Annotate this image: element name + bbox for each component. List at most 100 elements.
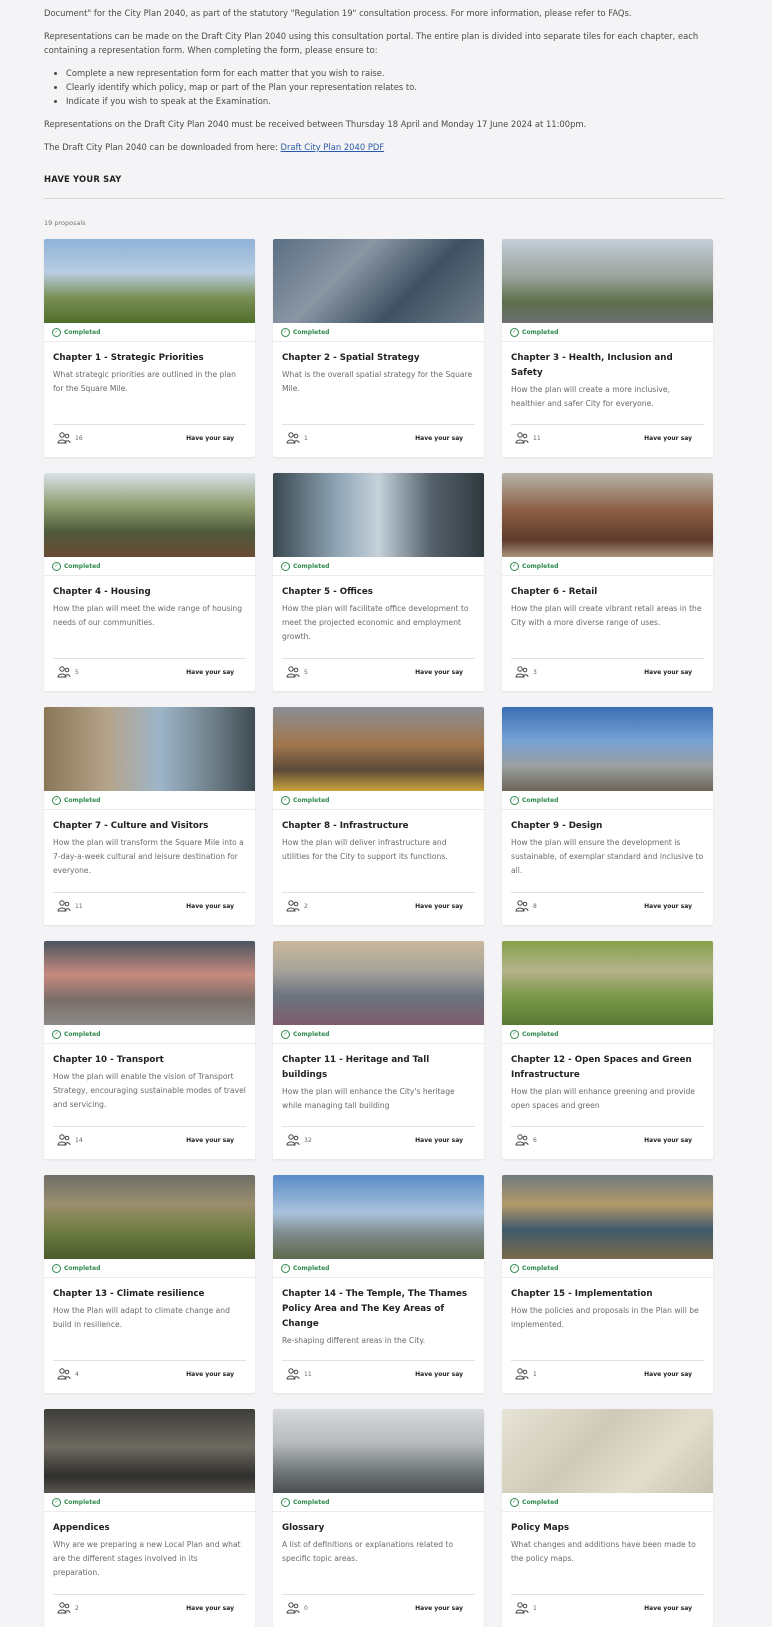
card-title[interactable]: Chapter 13 - Climate resilience xyxy=(53,1287,246,1302)
status-text: Completed xyxy=(293,562,330,570)
proposal-card[interactable]: ✓ Completed Chapter 3 - Health, Inclusion… xyxy=(502,239,713,457)
have-your-say-link[interactable]: Have your say xyxy=(415,1137,475,1144)
card-title[interactable]: Chapter 1 - Strategic Priorities xyxy=(53,351,246,366)
card-description: How the plan will meet the wide range of… xyxy=(53,604,243,627)
have-your-say-link[interactable]: Have your say xyxy=(415,1605,475,1612)
proposal-card[interactable]: ✓ Completed Chapter 9 - Design How the pla… xyxy=(502,707,713,925)
status-text: Completed xyxy=(293,328,330,336)
contribution-count: 8 xyxy=(533,902,537,910)
draft-plan-pdf-link[interactable]: Draft City Plan 2040 PDF xyxy=(281,142,385,152)
intro-bullet-list: Complete a new representation form for e… xyxy=(44,66,724,108)
skyline-photo[interactable] xyxy=(502,707,713,791)
have-your-say-link[interactable]: Have your say xyxy=(415,669,475,676)
map-photo[interactable] xyxy=(502,1409,713,1493)
offices-photo[interactable] xyxy=(273,473,484,557)
card-footer: 5 Have your say xyxy=(53,658,246,685)
proposal-card[interactable]: ✓ Completed Chapter 6 - Retail How the pla… xyxy=(502,473,713,691)
have-your-say-link[interactable]: Have your say xyxy=(644,1605,704,1612)
contribution-count: 1 xyxy=(304,434,308,442)
people-icon xyxy=(286,666,300,678)
card-footer: 3 Have your say xyxy=(511,658,704,685)
people-icon xyxy=(515,1368,529,1380)
status-badge: ✓ Completed xyxy=(44,1025,255,1044)
st-pauls-photo[interactable] xyxy=(44,239,255,323)
glass-roof-photo[interactable] xyxy=(502,1175,713,1259)
status-badge: ✓ Completed xyxy=(502,1025,713,1044)
card-title[interactable]: Chapter 5 - Offices xyxy=(282,585,475,600)
check-circle-icon: ✓ xyxy=(52,1497,61,1507)
have-your-say-link[interactable]: Have your say xyxy=(415,903,475,910)
construction-photo[interactable] xyxy=(273,707,484,791)
have-your-say-link[interactable]: Have your say xyxy=(186,669,246,676)
have-your-say-link[interactable]: Have your say xyxy=(186,1371,246,1378)
park-photo[interactable] xyxy=(502,941,713,1025)
card-title[interactable]: Appendices xyxy=(53,1521,246,1536)
market-photo[interactable] xyxy=(502,473,713,557)
card-description: How the plan will transform the Square M… xyxy=(53,838,244,875)
proposal-card[interactable]: ✓ Completed Chapter 7 - Culture and Visit… xyxy=(44,707,255,925)
have-your-say-link[interactable]: Have your say xyxy=(186,1605,246,1612)
status-text: Completed xyxy=(522,328,559,336)
have-your-say-link[interactable]: Have your say xyxy=(186,903,246,910)
people-icon xyxy=(286,432,300,444)
proposal-card[interactable]: ✓ Completed Chapter 10 - Transport How the… xyxy=(44,941,255,1159)
status-text: Completed xyxy=(522,562,559,570)
card-title[interactable]: Chapter 6 - Retail xyxy=(511,585,704,600)
card-title[interactable]: Chapter 14 - The Temple, The Thames Poli… xyxy=(282,1287,475,1332)
proposal-card[interactable]: ✓ Completed Glossary A list of definitions… xyxy=(273,1409,484,1627)
check-circle-icon: ✓ xyxy=(510,1029,519,1039)
proposal-card[interactable]: ✓ Completed Chapter 2 - Spatial Strategy W… xyxy=(273,239,484,457)
proposal-card[interactable]: ✓ Completed Chapter 12 - Open Spaces and … xyxy=(502,941,713,1159)
proposal-card[interactable]: ✓ Completed Chapter 13 - Climate resilien… xyxy=(44,1175,255,1393)
card-title[interactable]: Chapter 4 - Housing xyxy=(53,585,246,600)
proposal-card[interactable]: ✓ Completed Chapter 5 - Offices How the pl… xyxy=(273,473,484,691)
card-title[interactable]: Chapter 9 - Design xyxy=(511,819,704,834)
viewing-gallery-photo[interactable] xyxy=(273,1409,484,1493)
card-footer: 1 Have your say xyxy=(511,1594,704,1621)
have-your-say-link[interactable]: Have your say xyxy=(644,903,704,910)
card-title[interactable]: Chapter 11 - Heritage and Tall buildings xyxy=(282,1053,475,1083)
people-icon xyxy=(57,432,71,444)
card-title[interactable]: Chapter 2 - Spatial Strategy xyxy=(282,351,475,366)
have-your-say-link[interactable]: Have your say xyxy=(415,435,475,442)
runners-photo[interactable] xyxy=(502,239,713,323)
people-icon xyxy=(286,1602,300,1614)
status-text: Completed xyxy=(293,1264,330,1272)
proposal-card[interactable]: ✓ Completed Appendices Why are we preparin… xyxy=(44,1409,255,1627)
have-your-say-link[interactable]: Have your say xyxy=(186,435,246,442)
people-icon xyxy=(57,1602,71,1614)
have-your-say-link[interactable]: Have your say xyxy=(644,1137,704,1144)
aerial-city-photo[interactable] xyxy=(273,239,484,323)
church-photo[interactable] xyxy=(44,707,255,791)
card-title[interactable]: Chapter 8 - Infrastructure xyxy=(282,819,475,834)
cyclists-photo[interactable] xyxy=(44,941,255,1025)
card-title[interactable]: Chapter 15 - Implementation xyxy=(511,1287,704,1302)
exhibition-photo[interactable] xyxy=(44,1409,255,1493)
proposal-card[interactable]: ✓ Completed Chapter 11 - Heritage and Tal… xyxy=(273,941,484,1159)
proposal-card[interactable]: ✓ Completed Chapter 8 - Infrastructure How… xyxy=(273,707,484,925)
card-title[interactable]: Glossary xyxy=(282,1521,475,1536)
dome-skyline-photo[interactable] xyxy=(273,941,484,1025)
have-your-say-link[interactable]: Have your say xyxy=(644,435,704,442)
have-your-say-link[interactable]: Have your say xyxy=(415,1371,475,1378)
card-title[interactable]: Chapter 12 - Open Spaces and Green Infra… xyxy=(511,1053,704,1083)
card-title[interactable]: Policy Maps xyxy=(511,1521,704,1536)
have-your-say-link[interactable]: Have your say xyxy=(644,1371,704,1378)
main-content: Document" for the City Plan 2040, as par… xyxy=(44,0,724,1627)
status-badge: ✓ Completed xyxy=(44,323,255,342)
proposal-card[interactable]: ✓ Completed Policy Maps What changes and a… xyxy=(502,1409,713,1627)
proposal-card[interactable]: ✓ Completed Chapter 14 - The Temple, The … xyxy=(273,1175,484,1393)
proposal-card[interactable]: ✓ Completed Chapter 4 - Housing How the pl… xyxy=(44,473,255,691)
card-title[interactable]: Chapter 7 - Culture and Visitors xyxy=(53,819,246,834)
status-badge: ✓ Completed xyxy=(44,791,255,810)
proposal-card[interactable]: ✓ Completed Chapter 1 - Strategic Priorit… xyxy=(44,239,255,457)
proposal-card[interactable]: ✓ Completed Chapter 15 - Implementation Ho… xyxy=(502,1175,713,1393)
housing-photo[interactable] xyxy=(44,473,255,557)
garden-photo[interactable] xyxy=(44,1175,255,1259)
status-text: Completed xyxy=(293,1498,330,1506)
card-title[interactable]: Chapter 3 - Health, Inclusion and Safety xyxy=(511,351,704,381)
card-title[interactable]: Chapter 10 - Transport xyxy=(53,1053,246,1068)
thames-photo[interactable] xyxy=(273,1175,484,1259)
have-your-say-link[interactable]: Have your say xyxy=(644,669,704,676)
have-your-say-link[interactable]: Have your say xyxy=(186,1137,246,1144)
